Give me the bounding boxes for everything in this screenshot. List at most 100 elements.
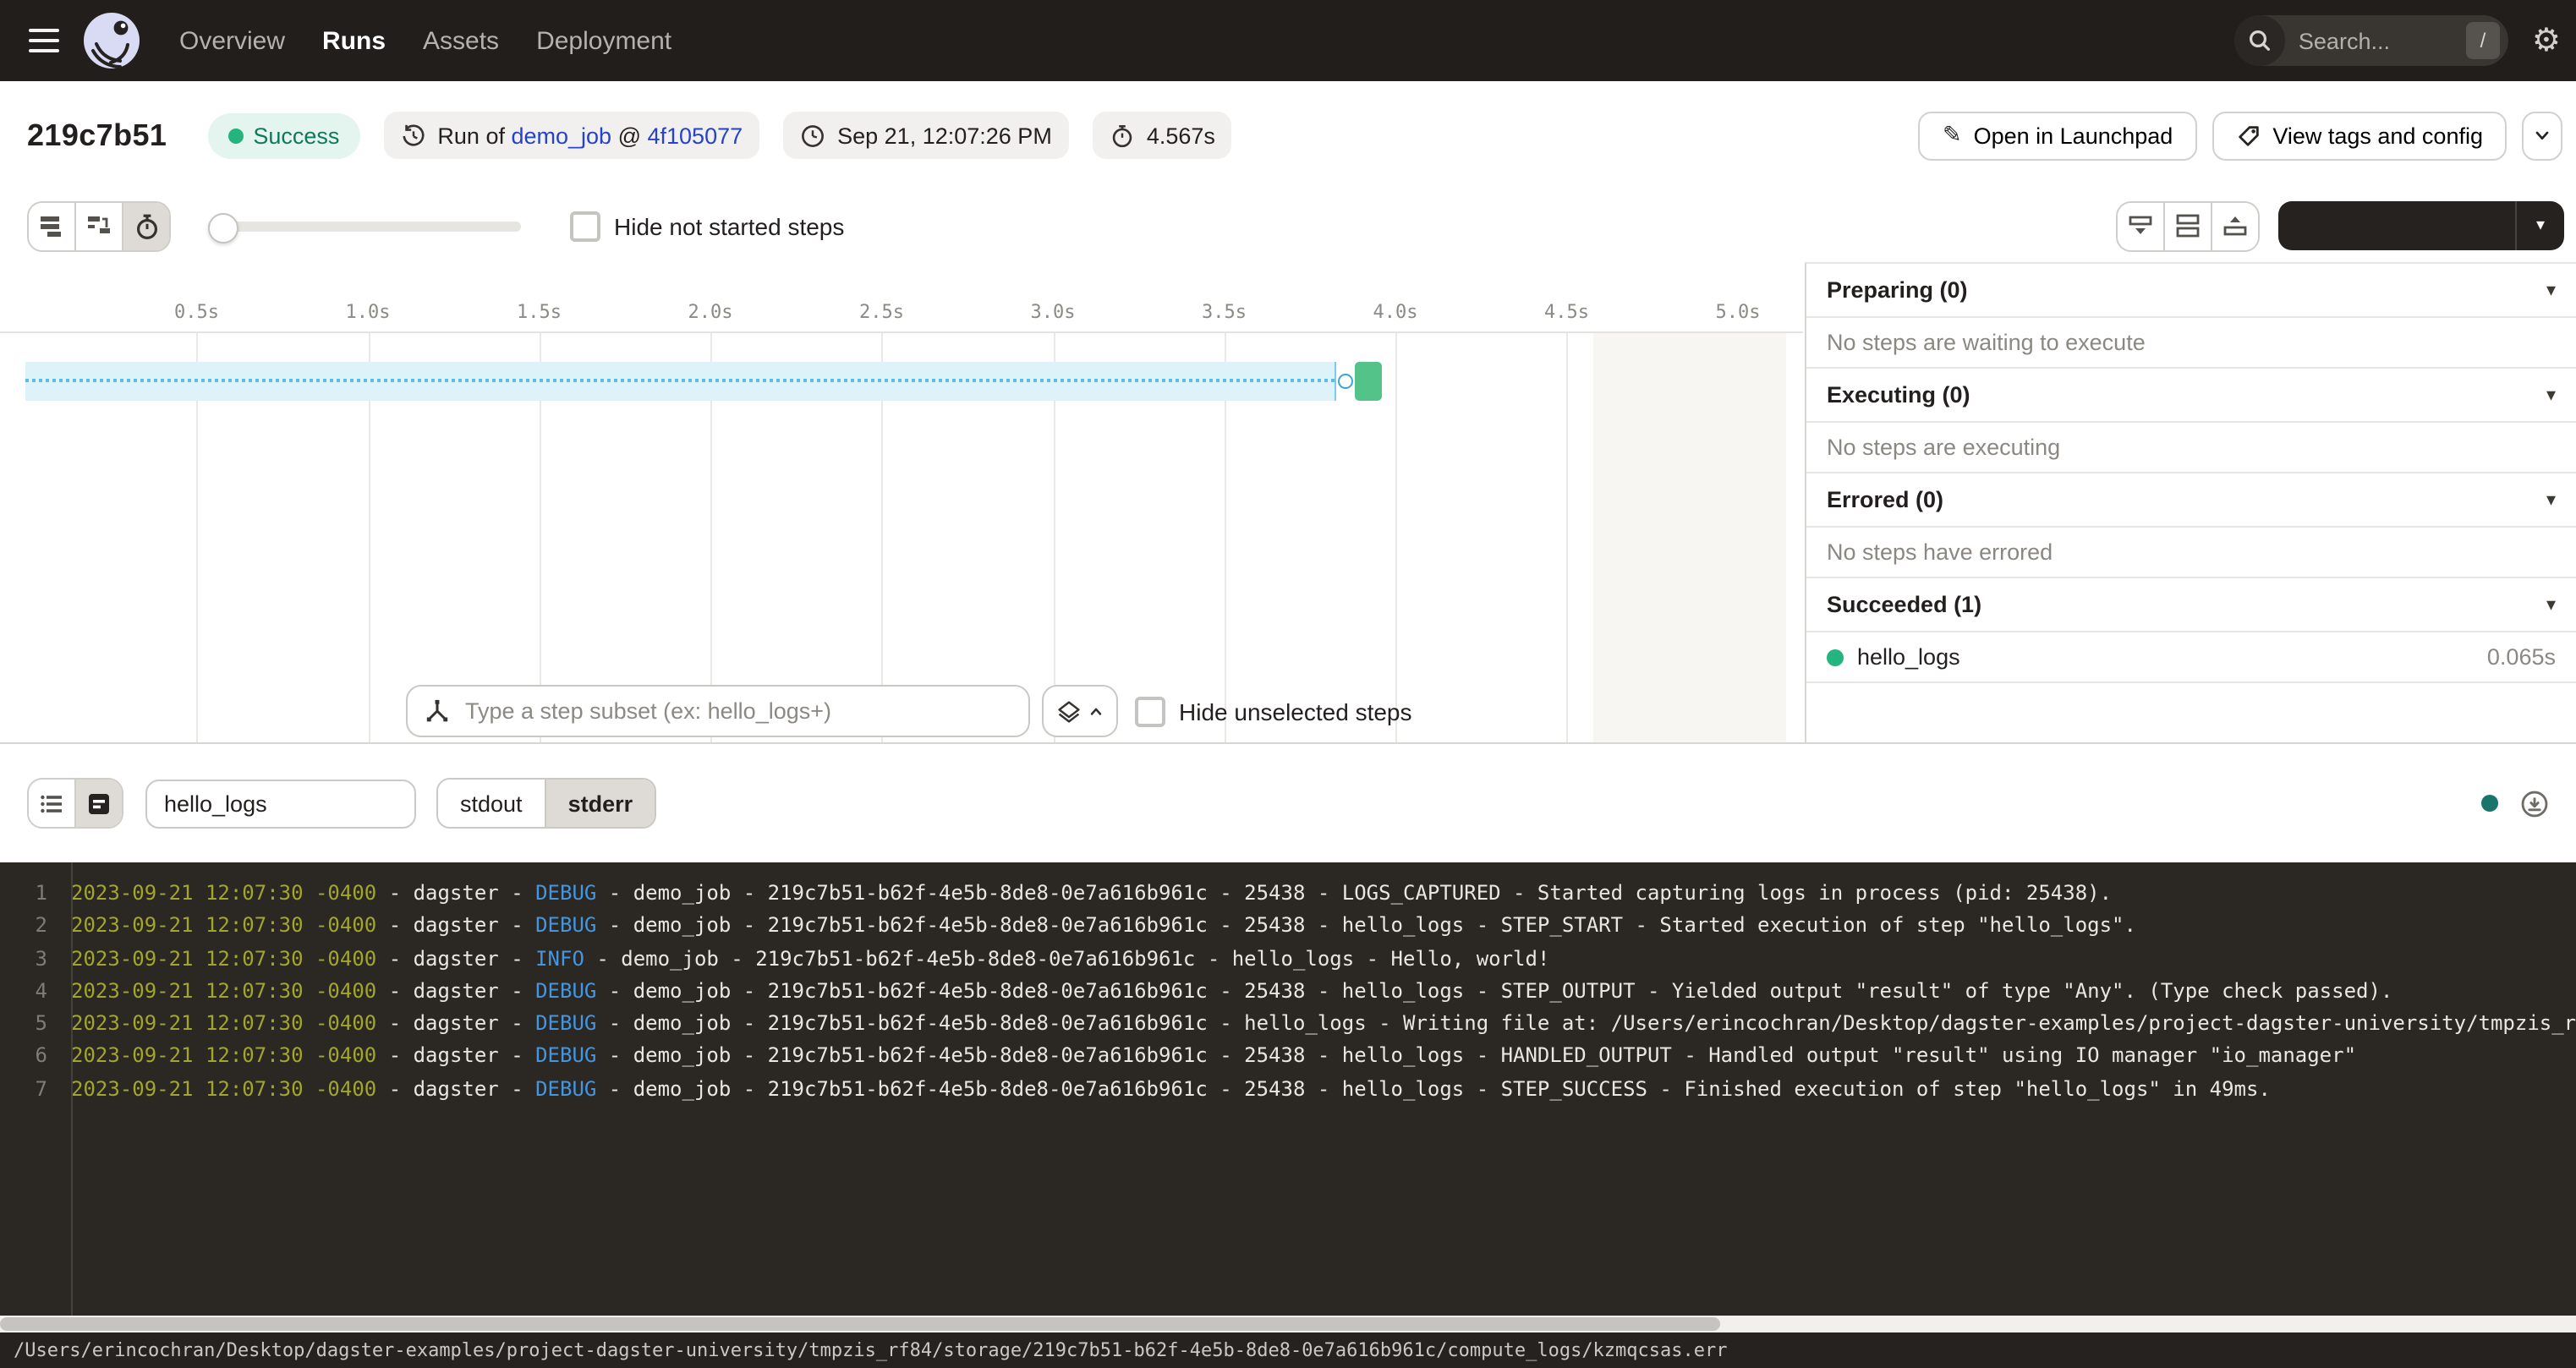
- log-line-number: 2: [0, 911, 58, 944]
- raw-logs-button[interactable]: [76, 780, 122, 827]
- log-line-number: 1: [0, 878, 58, 911]
- stdout-stderr-tabs: stdoutstderr: [436, 778, 656, 829]
- nav-link-assets[interactable]: Assets: [423, 26, 499, 55]
- log-line: 42023-09-21 12:07:30 -0400 - dagster - D…: [0, 976, 2576, 1009]
- axis-tick-label: 1.5s: [517, 301, 562, 323]
- hide-not-started-label: Hide not started steps: [614, 212, 844, 239]
- status-label: Success: [253, 123, 339, 148]
- gear-icon[interactable]: ⚙: [2532, 25, 2561, 57]
- log-path-statusbar: /Users/erincochran/Desktop/dagster-examp…: [0, 1332, 2576, 1368]
- log-line-number: 5: [0, 1008, 58, 1041]
- search-area: / ⚙: [2234, 15, 2576, 66]
- slider-knob[interactable]: [208, 212, 238, 243]
- layers-icon: [1056, 699, 1080, 723]
- log-file-path: /Users/erincochran/Desktop/dagster-examp…: [14, 1339, 1728, 1361]
- section-caret-icon[interactable]: ▾: [2546, 594, 2556, 616]
- nav-link-overview[interactable]: Overview: [179, 26, 285, 55]
- log-line-number: 6: [0, 1041, 58, 1074]
- open-launchpad-button[interactable]: ✎ Open in Launchpad: [1919, 111, 2196, 160]
- section-caret-icon[interactable]: ▾: [2546, 279, 2556, 301]
- download-log-button[interactable]: [2520, 789, 2549, 818]
- step-name: hello_logs: [1857, 644, 1960, 670]
- axis-gridline: [1567, 333, 1569, 742]
- hamburger-menu-icon[interactable]: [29, 29, 59, 53]
- run-of-text: Run of demo_job @ 4f105077: [437, 123, 743, 148]
- dagster-logo-icon[interactable]: [81, 10, 142, 71]
- structured-logs-button[interactable]: [29, 780, 76, 827]
- panel-section-header[interactable]: Succeeded (1) ▾: [1806, 578, 2576, 632]
- panel-section-message: No steps have errored: [1806, 528, 2576, 578]
- section-caret-icon[interactable]: ▾: [2546, 489, 2556, 511]
- log-line: 32023-09-21 12:07:30 -0400 - dagster - I…: [0, 943, 2576, 976]
- panel-section-title: Preparing (0): [1827, 277, 1968, 303]
- clock-icon: [800, 123, 825, 148]
- axis-tick-label: 4.0s: [1373, 301, 1418, 323]
- hide-unselected-control: Hide unselected steps: [1135, 685, 1412, 737]
- log-line: 52023-09-21 12:07:30 -0400 - dagster - D…: [0, 1008, 2576, 1041]
- step-row[interactable]: hello_logs0.065s: [1806, 632, 2576, 683]
- step-bar-hello-logs[interactable]: [1354, 362, 1381, 401]
- hide-not-started-checkbox[interactable]: [570, 211, 600, 241]
- hide-not-started-control: Hide not started steps: [570, 211, 844, 241]
- search-shortcut-badge: /: [2466, 22, 2500, 59]
- step-subset-input[interactable]: [462, 697, 1011, 725]
- gantt-zoom-slider[interactable]: [208, 202, 521, 249]
- graph-query-options-button[interactable]: [1042, 685, 1118, 737]
- axis-tick-label: 3.5s: [1202, 301, 1247, 323]
- raw-log-output: 12023-09-21 12:07:30 -0400 - dagster - D…: [0, 862, 2576, 1316]
- tab-stderr[interactable]: stderr: [546, 780, 655, 827]
- panel-section-title: Succeeded (1): [1827, 592, 1981, 617]
- log-line-text: 2023-09-21 12:07:30 -0400 - dagster - DE…: [58, 911, 2576, 944]
- slider-track[interactable]: [208, 221, 521, 231]
- collapse-bottom-panel-button[interactable]: [2117, 202, 2164, 249]
- search-box[interactable]: /: [2234, 15, 2508, 66]
- gantt-toolbar-right: Re-execute all (*) ▾: [2115, 200, 2564, 251]
- split-panels-button[interactable]: [2164, 202, 2212, 249]
- commit-link[interactable]: 4f105077: [648, 123, 743, 148]
- panel-section-header[interactable]: Preparing (0) ▾: [1806, 264, 2576, 318]
- log-line: 22023-09-21 12:07:30 -0400 - dagster - D…: [0, 911, 2576, 944]
- gantt-chart: 0.5s1.0s1.5s2.0s2.5s3.0s3.5s4.0s4.5s5.0s: [0, 262, 1805, 742]
- hide-unselected-checkbox[interactable]: [1135, 696, 1165, 726]
- axis-tick-label: 3.0s: [1031, 301, 1076, 323]
- log-toolbar: stdoutstderr: [0, 742, 2576, 862]
- panel-section-header[interactable]: Errored (0)▾: [1806, 473, 2576, 528]
- axis-tick-label: 2.0s: [688, 301, 733, 323]
- panel-section-header[interactable]: Executing (0) ▾: [1806, 369, 2576, 423]
- panel-section-title: Executing (0): [1827, 382, 1970, 408]
- expand-bottom-panel-button[interactable]: [2212, 202, 2257, 249]
- step-subset-field[interactable]: [406, 685, 1030, 737]
- log-toolbar-right: [2481, 789, 2549, 818]
- started-at-pill: Sep 21, 12:07:26 PM: [783, 112, 1069, 159]
- nav-link-runs[interactable]: Runs: [322, 26, 386, 55]
- axis-tick-label: 5.0s: [1716, 301, 1761, 323]
- duration-view-button[interactable]: [123, 202, 169, 249]
- tab-stdout[interactable]: stdout: [438, 780, 546, 827]
- view-tags-config-button[interactable]: View tags and config: [2212, 111, 2507, 160]
- log-line-text: 2023-09-21 12:07:30 -0400 - dagster - DE…: [58, 1074, 2576, 1107]
- scrollbar-thumb[interactable]: [0, 1317, 1720, 1331]
- log-line-text: 2023-09-21 12:07:30 -0400 - dagster - DE…: [58, 976, 2576, 1009]
- job-link[interactable]: demo_job: [511, 123, 611, 148]
- stopwatch-icon: [1110, 123, 1135, 148]
- step-subset-row: Hide unselected steps: [0, 685, 1805, 737]
- nav-link-deployment[interactable]: Deployment: [536, 26, 671, 55]
- step-status-panel: Preparing (0) ▾ No steps are waiting to ex…: [1805, 262, 2576, 742]
- log-step-filter-input[interactable]: [145, 779, 416, 828]
- log-horizontal-scrollbar: [0, 1316, 2576, 1332]
- axis-gridline: [1395, 333, 1397, 742]
- panel-section-message: No steps are waiting to execute: [1806, 318, 2576, 369]
- reexecute-caret-button[interactable]: ▾: [2515, 201, 2564, 250]
- gantt-view-mode-group: [27, 200, 171, 251]
- flat-view-button[interactable]: [29, 202, 76, 249]
- section-caret-icon[interactable]: ▾: [2546, 384, 2556, 406]
- chevron-down-icon: [2532, 125, 2552, 145]
- reexecute-all-button[interactable]: Re-execute all (*): [2277, 201, 2515, 250]
- search-icon: [2234, 15, 2285, 66]
- top-nav: Overview Runs Assets Deployment / ⚙: [0, 0, 2576, 81]
- waterfall-view-button[interactable]: [76, 202, 123, 249]
- op-selector-icon: [425, 698, 450, 724]
- history-icon: [400, 123, 425, 148]
- search-input[interactable]: [2295, 26, 2454, 55]
- header-more-actions-button[interactable]: [2522, 111, 2562, 160]
